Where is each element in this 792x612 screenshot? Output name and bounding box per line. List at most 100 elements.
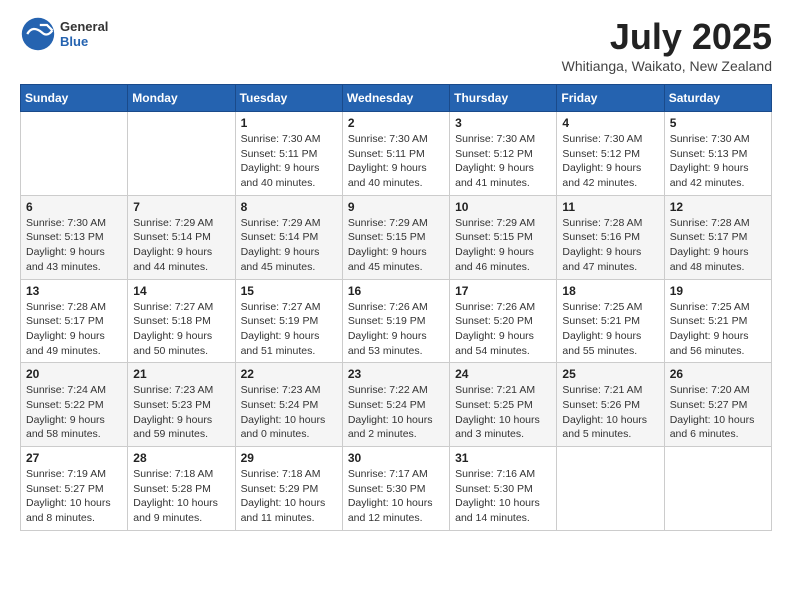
- day-number: 28: [133, 451, 229, 465]
- calendar-cell: 23Sunrise: 7:22 AM Sunset: 5:24 PM Dayli…: [342, 363, 449, 447]
- calendar-cell: 2 Sunrise: 7:30 AM Sunset: 5:11 PM Daylig…: [342, 112, 449, 196]
- day-info: Sunrise: 7:29 AM Sunset: 5:15 PM Dayligh…: [455, 216, 551, 275]
- day-number: 17: [455, 284, 551, 298]
- day-number: 20: [26, 367, 122, 381]
- day-number: 10: [455, 200, 551, 214]
- day-number: 29: [241, 451, 337, 465]
- day-number: 19: [670, 284, 766, 298]
- title-block: July 2025 Whitianga, Waikato, New Zealan…: [562, 16, 772, 74]
- day-number: 7: [133, 200, 229, 214]
- day-number: 16: [348, 284, 444, 298]
- calendar-week-row: 13 Sunrise: 7:28 AM Sunset: 5:17 PM Dayli…: [21, 279, 772, 363]
- calendar-cell: 30 Sunrise: 7:17 AM Sunset: 5:30 PM Dayli…: [342, 447, 449, 531]
- calendar-week-row: 27Sunrise: 7:19 AM Sunset: 5:27 PM Dayli…: [21, 447, 772, 531]
- calendar-cell: [557, 447, 664, 531]
- logo-general-label: General: [60, 19, 108, 34]
- logo-icon: [20, 16, 56, 52]
- calendar-cell: 13 Sunrise: 7:28 AM Sunset: 5:17 PM Dayli…: [21, 279, 128, 363]
- calendar-cell: 16 Sunrise: 7:26 AM Sunset: 5:19 PM Dayli…: [342, 279, 449, 363]
- weekday-header: Friday: [557, 85, 664, 112]
- day-number: 6: [26, 200, 122, 214]
- day-number: 3: [455, 116, 551, 130]
- calendar-cell: 14Sunrise: 7:27 AM Sunset: 5:18 PM Dayli…: [128, 279, 235, 363]
- logo: General Blue: [20, 16, 108, 52]
- day-info: Sunrise: 7:30 AM Sunset: 5:11 PM Dayligh…: [241, 132, 337, 191]
- day-info: Sunrise: 7:30 AM Sunset: 5:12 PM Dayligh…: [562, 132, 658, 191]
- weekday-header: Sunday: [21, 85, 128, 112]
- day-number: 9: [348, 200, 444, 214]
- day-info: Sunrise: 7:21 AM Sunset: 5:25 PM Dayligh…: [455, 383, 551, 442]
- calendar-week-row: 1 Sunrise: 7:30 AM Sunset: 5:11 PM Daylig…: [21, 112, 772, 196]
- day-number: 22: [241, 367, 337, 381]
- calendar-location: Whitianga, Waikato, New Zealand: [562, 58, 772, 74]
- day-number: 18: [562, 284, 658, 298]
- calendar-cell: 3 Sunrise: 7:30 AM Sunset: 5:12 PM Daylig…: [450, 112, 557, 196]
- calendar-cell: 28 Sunrise: 7:18 AM Sunset: 5:28 PM Dayli…: [128, 447, 235, 531]
- calendar-cell: 24 Sunrise: 7:21 AM Sunset: 5:25 PM Dayli…: [450, 363, 557, 447]
- calendar-table: SundayMondayTuesdayWednesdayThursdayFrid…: [20, 84, 772, 531]
- day-number: 1: [241, 116, 337, 130]
- page-header: General Blue July 2025 Whitianga, Waikat…: [20, 16, 772, 74]
- day-info: Sunrise: 7:28 AM Sunset: 5:16 PM Dayligh…: [562, 216, 658, 275]
- calendar-cell: 1 Sunrise: 7:30 AM Sunset: 5:11 PM Daylig…: [235, 112, 342, 196]
- day-info: Sunrise: 7:23 AM Sunset: 5:24 PM Dayligh…: [241, 383, 337, 442]
- day-info: Sunrise: 7:25 AM Sunset: 5:21 PM Dayligh…: [670, 300, 766, 359]
- day-number: 12: [670, 200, 766, 214]
- calendar-week-row: 20 Sunrise: 7:24 AM Sunset: 5:22 PM Dayli…: [21, 363, 772, 447]
- day-number: 4: [562, 116, 658, 130]
- day-info: Sunrise: 7:29 AM Sunset: 5:14 PM Dayligh…: [241, 216, 337, 275]
- calendar-cell: 11Sunrise: 7:28 AM Sunset: 5:16 PM Dayli…: [557, 195, 664, 279]
- day-info: Sunrise: 7:29 AM Sunset: 5:15 PM Dayligh…: [348, 216, 444, 275]
- day-info: Sunrise: 7:19 AM Sunset: 5:27 PM Dayligh…: [26, 467, 122, 526]
- day-number: 13: [26, 284, 122, 298]
- calendar-cell: 6 Sunrise: 7:30 AM Sunset: 5:13 PM Daylig…: [21, 195, 128, 279]
- calendar-cell: 22 Sunrise: 7:23 AM Sunset: 5:24 PM Dayli…: [235, 363, 342, 447]
- day-info: Sunrise: 7:22 AM Sunset: 5:24 PM Dayligh…: [348, 383, 444, 442]
- calendar-week-row: 6 Sunrise: 7:30 AM Sunset: 5:13 PM Daylig…: [21, 195, 772, 279]
- calendar-cell: 26Sunrise: 7:20 AM Sunset: 5:27 PM Dayli…: [664, 363, 771, 447]
- day-number: 15: [241, 284, 337, 298]
- calendar-cell: [128, 112, 235, 196]
- calendar-cell: 18 Sunrise: 7:25 AM Sunset: 5:21 PM Dayli…: [557, 279, 664, 363]
- calendar-cell: 31Sunrise: 7:16 AM Sunset: 5:30 PM Dayli…: [450, 447, 557, 531]
- day-info: Sunrise: 7:21 AM Sunset: 5:26 PM Dayligh…: [562, 383, 658, 442]
- day-number: 24: [455, 367, 551, 381]
- day-number: 8: [241, 200, 337, 214]
- day-number: 30: [348, 451, 444, 465]
- calendar-title: July 2025: [562, 16, 772, 58]
- day-info: Sunrise: 7:26 AM Sunset: 5:19 PM Dayligh…: [348, 300, 444, 359]
- weekday-header-row: SundayMondayTuesdayWednesdayThursdayFrid…: [21, 85, 772, 112]
- weekday-header: Wednesday: [342, 85, 449, 112]
- day-number: 25: [562, 367, 658, 381]
- weekday-header: Saturday: [664, 85, 771, 112]
- calendar-cell: 17Sunrise: 7:26 AM Sunset: 5:20 PM Dayli…: [450, 279, 557, 363]
- weekday-header: Thursday: [450, 85, 557, 112]
- day-info: Sunrise: 7:28 AM Sunset: 5:17 PM Dayligh…: [26, 300, 122, 359]
- calendar-cell: 29 Sunrise: 7:18 AM Sunset: 5:29 PM Dayli…: [235, 447, 342, 531]
- calendar-cell: [21, 112, 128, 196]
- day-number: 5: [670, 116, 766, 130]
- day-info: Sunrise: 7:30 AM Sunset: 5:12 PM Dayligh…: [455, 132, 551, 191]
- day-info: Sunrise: 7:29 AM Sunset: 5:14 PM Dayligh…: [133, 216, 229, 275]
- weekday-header: Monday: [128, 85, 235, 112]
- calendar-cell: 12 Sunrise: 7:28 AM Sunset: 5:17 PM Dayli…: [664, 195, 771, 279]
- day-info: Sunrise: 7:18 AM Sunset: 5:29 PM Dayligh…: [241, 467, 337, 526]
- day-info: Sunrise: 7:30 AM Sunset: 5:11 PM Dayligh…: [348, 132, 444, 191]
- day-info: Sunrise: 7:23 AM Sunset: 5:23 PM Dayligh…: [133, 383, 229, 442]
- calendar-cell: 19 Sunrise: 7:25 AM Sunset: 5:21 PM Dayli…: [664, 279, 771, 363]
- calendar-cell: [664, 447, 771, 531]
- day-number: 2: [348, 116, 444, 130]
- day-info: Sunrise: 7:24 AM Sunset: 5:22 PM Dayligh…: [26, 383, 122, 442]
- day-info: Sunrise: 7:25 AM Sunset: 5:21 PM Dayligh…: [562, 300, 658, 359]
- calendar-cell: 25 Sunrise: 7:21 AM Sunset: 5:26 PM Dayli…: [557, 363, 664, 447]
- calendar-cell: 8 Sunrise: 7:29 AM Sunset: 5:14 PM Daylig…: [235, 195, 342, 279]
- day-info: Sunrise: 7:17 AM Sunset: 5:30 PM Dayligh…: [348, 467, 444, 526]
- day-info: Sunrise: 7:30 AM Sunset: 5:13 PM Dayligh…: [26, 216, 122, 275]
- logo-text: General Blue: [60, 19, 108, 49]
- day-info: Sunrise: 7:18 AM Sunset: 5:28 PM Dayligh…: [133, 467, 229, 526]
- day-info: Sunrise: 7:28 AM Sunset: 5:17 PM Dayligh…: [670, 216, 766, 275]
- day-number: 21: [133, 367, 229, 381]
- weekday-header: Tuesday: [235, 85, 342, 112]
- day-number: 31: [455, 451, 551, 465]
- calendar-cell: 9 Sunrise: 7:29 AM Sunset: 5:15 PM Daylig…: [342, 195, 449, 279]
